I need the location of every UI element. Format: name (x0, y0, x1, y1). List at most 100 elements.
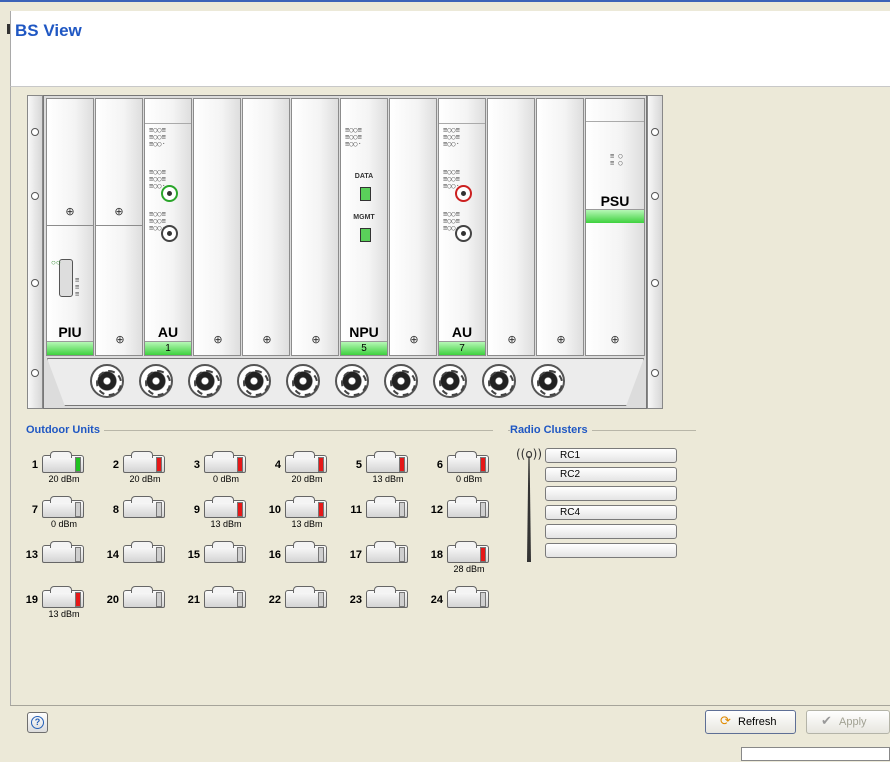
odu-device-icon (123, 541, 165, 563)
ethernet-port-icon[interactable] (360, 228, 371, 242)
outdoor-unit-20[interactable]: 20 (103, 586, 178, 630)
outdoor-unit-13[interactable]: 13 (22, 541, 97, 585)
radio-cluster-slot-3[interactable] (545, 486, 677, 501)
odu-device-icon (123, 451, 165, 473)
outdoor-unit-number: 9 (193, 504, 200, 516)
npu-port-label: DATA (354, 173, 374, 180)
fan-icon (90, 364, 124, 398)
chassis-slot-11[interactable]: ⊕ (536, 98, 584, 356)
odu-device-icon (204, 541, 246, 563)
outdoor-unit-number: 18 (430, 549, 443, 561)
odu-device-icon (42, 586, 84, 608)
chassis-right-ear (647, 95, 663, 409)
card-divider (47, 225, 93, 226)
outdoor-unit-17[interactable]: 17 (346, 541, 421, 585)
outdoor-unit-5[interactable]: 5 13 dBm (346, 451, 421, 495)
outdoor-unit-15[interactable]: 15 (184, 541, 259, 585)
outdoor-unit-2[interactable]: 2 20 dBm (103, 451, 178, 495)
odu-device-icon (285, 586, 327, 608)
odu-status-indicator (75, 547, 81, 562)
outdoor-unit-22[interactable]: 22 (265, 586, 340, 630)
outdoor-unit-1[interactable]: 1 20 dBm (22, 451, 97, 495)
page-title: BS View (15, 21, 82, 40)
chassis-slot-8[interactable]: ⊕ (389, 98, 437, 356)
outdoor-unit-number: 7 (31, 504, 38, 516)
chassis-rack: ⊕ ○○ ≡ ≡ ≡ PIU ⊕ ⊕ ≡○○≡ ≡○○≡ ≡○○· ≡○○≡ ≡○○≡ ≡○○· ≡○○≡ ≡… (43, 95, 647, 409)
outdoor-unit-number: 17 (349, 549, 362, 561)
ethernet-port-icon[interactable] (360, 187, 371, 201)
screw-icon: ⊕ (65, 205, 75, 218)
chassis-slot-6[interactable]: ⊕ (291, 98, 339, 356)
chassis-slot-12[interactable]: ≡ ○ ≡ ○ PSU ⊕ (585, 98, 645, 356)
odu-power-label: 20 dBm (291, 474, 323, 484)
chassis-slot-7[interactable]: ≡○○≡ ≡○○≡ ≡○○· DATA MGMT NPU 5 (340, 98, 388, 356)
chassis-slot-2[interactable]: ⊕ ⊕ (95, 98, 143, 356)
outdoor-unit-number: 4 (274, 459, 281, 471)
chassis-slot-1[interactable]: ⊕ ○○ ≡ ≡ ≡ PIU (46, 98, 94, 356)
slot-status-bar (47, 341, 93, 355)
outdoor-unit-19[interactable]: 19 13 dBm (22, 586, 97, 630)
odu-status-indicator (156, 457, 162, 472)
bs-chassis: ⊕ ○○ ≡ ≡ ≡ PIU ⊕ ⊕ ≡○○≡ ≡○○≡ ≡○○· ≡○○≡ ≡○○≡ ≡○○· ≡○○≡ ≡… (27, 95, 664, 411)
outdoor-unit-21[interactable]: 21 (184, 586, 259, 630)
rf-port-icon (161, 225, 178, 242)
outdoor-unit-11[interactable]: 11 (346, 496, 421, 540)
chassis-slot-10[interactable]: ⊕ (487, 98, 535, 356)
odu-power-label: 20 dBm (48, 474, 80, 484)
outdoor-unit-number: 21 (187, 594, 200, 606)
odu-status-indicator (318, 547, 324, 562)
footer-divider (10, 705, 890, 706)
outdoor-unit-16[interactable]: 16 (265, 541, 340, 585)
vent-grill: ≡○○≡ ≡○○≡ ≡○○· (443, 126, 460, 148)
odu-status-indicator (156, 547, 162, 562)
screw-icon: ⊕ (213, 333, 223, 346)
outdoor-unit-3[interactable]: 3 0 dBm (184, 451, 259, 495)
fan-icon (237, 364, 271, 398)
outdoor-unit-24[interactable]: 24 (427, 586, 502, 630)
chassis-slot-3[interactable]: ≡○○≡ ≡○○≡ ≡○○· ≡○○≡ ≡○○≡ ≡○○· ≡○○≡ ≡○○≡ ≡○○· AU 1 (144, 98, 192, 356)
radio-cluster-slot-5[interactable] (545, 524, 677, 539)
outdoor-unit-number: 8 (112, 504, 119, 516)
odu-power-label: 13 dBm (372, 474, 404, 484)
outdoor-unit-6[interactable]: 6 0 dBm (427, 451, 502, 495)
odu-status-indicator (480, 457, 486, 472)
radio-cluster-slot-2[interactable]: RC2 (545, 467, 677, 482)
radio-cluster-slot-6[interactable] (545, 543, 677, 558)
rf-port-icon (161, 185, 178, 202)
mount-hole (651, 279, 659, 287)
outdoor-unit-8[interactable]: 8 (103, 496, 178, 540)
radio-cluster-slot-4[interactable]: RC4 (545, 505, 677, 520)
radio-cluster-slot-1[interactable]: RC1 (545, 448, 677, 463)
slot-status-bar: 7 (439, 341, 485, 355)
card-divider (145, 123, 191, 124)
outdoor-unit-9[interactable]: 9 13 dBm (184, 496, 259, 540)
npu-port-label: MGMT (353, 214, 375, 221)
outdoor-unit-number: 2 (112, 459, 119, 471)
outdoor-unit-18[interactable]: 18 28 dBm (427, 541, 502, 585)
odu-device-icon (123, 496, 165, 518)
odu-device-icon (366, 496, 408, 518)
outdoor-unit-14[interactable]: 14 (103, 541, 178, 585)
chassis-slot-9[interactable]: ≡○○≡ ≡○○≡ ≡○○· ≡○○≡ ≡○○≡ ≡○○· ≡○○≡ ≡○○≡ ≡○○· AU 7 (438, 98, 486, 356)
apply-button[interactable]: ✔ Apply (806, 710, 890, 734)
odu-device-icon (447, 586, 489, 608)
chassis-slot-4[interactable]: ⊕ (193, 98, 241, 356)
outdoor-unit-4[interactable]: 4 20 dBm (265, 451, 340, 495)
screw-icon: ⊕ (262, 333, 272, 346)
mount-hole (31, 192, 39, 200)
outdoor-unit-23[interactable]: 23 (346, 586, 421, 630)
help-button[interactable]: ? (27, 712, 48, 733)
outdoor-unit-10[interactable]: 10 13 dBm (265, 496, 340, 540)
refresh-button[interactable]: ⟳ Refresh (705, 710, 796, 734)
chassis-slot-5[interactable]: ⊕ (242, 98, 290, 356)
odu-power-label: 0 dBm (50, 519, 77, 529)
odu-status-indicator (237, 502, 243, 517)
screw-icon: ⊕ (311, 333, 321, 346)
outdoor-unit-12[interactable]: 12 (427, 496, 502, 540)
outdoor-unit-number: 15 (187, 549, 200, 561)
odu-power-label: 13 dBm (291, 519, 323, 529)
screw-icon: ⊕ (114, 205, 124, 218)
mount-hole (651, 369, 659, 377)
fan-icon (286, 364, 320, 398)
outdoor-unit-7[interactable]: 7 0 dBm (22, 496, 97, 540)
